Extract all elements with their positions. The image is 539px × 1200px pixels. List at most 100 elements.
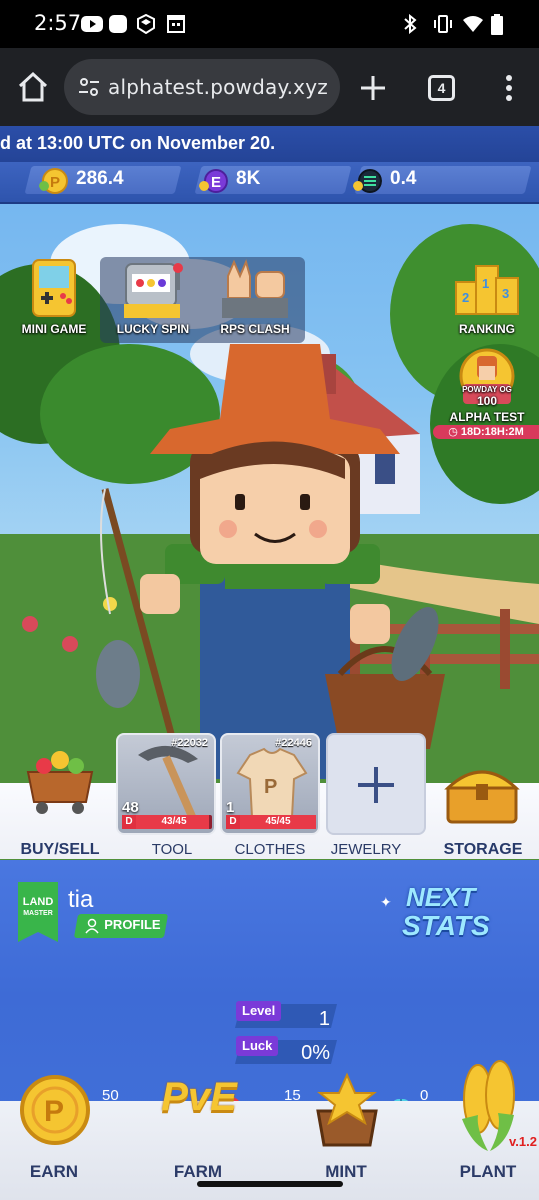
sparkle-icon: ✦ bbox=[380, 894, 392, 910]
ranking-button[interactable]: 213 RANKING bbox=[444, 254, 530, 344]
badge-line2: 100 bbox=[476, 394, 498, 408]
luck-tag: Luck bbox=[236, 1036, 279, 1056]
durability-tag: D bbox=[226, 815, 240, 829]
next-stats-line2: STATS bbox=[402, 910, 490, 941]
gameboy-icon bbox=[32, 259, 76, 317]
tool-qty: 48 bbox=[122, 799, 139, 816]
youtube-icon bbox=[81, 16, 103, 32]
svg-text:2: 2 bbox=[462, 290, 469, 305]
nav-plant-label: PLANT bbox=[459, 1162, 517, 1181]
gem-balance: 0.4 bbox=[390, 168, 417, 189]
wifi-icon bbox=[463, 16, 483, 32]
status-time: 2:57 bbox=[34, 11, 82, 35]
add-icon bbox=[358, 767, 394, 803]
bluetooth-icon bbox=[404, 14, 417, 34]
user-icon bbox=[85, 918, 99, 934]
ranking-label: RANKING bbox=[459, 322, 515, 336]
nav-earn[interactable]: P EARN bbox=[4, 1075, 104, 1191]
currency-bar: P 286.4 E 8K 0.4 bbox=[0, 162, 539, 204]
svg-text:3: 3 bbox=[502, 286, 509, 301]
tool-id: #22032 bbox=[171, 737, 208, 749]
profile-button-label: PROFILE bbox=[104, 917, 161, 932]
game-viewport: d at 13:00 UTC on November 20. P 286.4 E… bbox=[0, 126, 539, 1200]
nav-mint-label: MINT bbox=[325, 1162, 367, 1181]
tool-durability: 43/45 bbox=[161, 816, 187, 827]
gem-icon bbox=[353, 169, 382, 193]
level-value: 1 bbox=[318, 1008, 330, 1030]
lucky-spin-label: LUCKY SPIN bbox=[116, 322, 190, 336]
clothes-id: #22446 bbox=[275, 737, 312, 749]
nav-farm-label: FARM bbox=[173, 1162, 223, 1181]
svg-text:1: 1 bbox=[482, 276, 489, 291]
next-stats-line1: NEXT bbox=[406, 882, 476, 912]
version-text: v.1.2 bbox=[509, 1134, 537, 1149]
podium-icon: 213 bbox=[455, 265, 519, 315]
rps-clash-button[interactable]: RPS CLASH bbox=[210, 254, 300, 344]
durability-tag: D bbox=[122, 815, 136, 829]
tab-switcher-button[interactable]: 4 bbox=[428, 75, 455, 101]
announcement-banner: d at 13:00 UTC on November 20. bbox=[0, 126, 539, 162]
lucky-spin-button[interactable]: LUCKY SPIN bbox=[108, 254, 198, 344]
badge-land: LAND bbox=[22, 896, 54, 908]
clothes-durability: 45/45 bbox=[265, 816, 291, 827]
clock-icon: ◷ bbox=[448, 426, 461, 438]
url-text[interactable]: alphatest.powday.xyz bbox=[108, 75, 328, 99]
luck-value: 0% bbox=[301, 1042, 330, 1064]
clothes-label: CLOTHES bbox=[234, 841, 306, 858]
player-name: tia bbox=[68, 886, 94, 913]
site-settings-icon[interactable] bbox=[78, 76, 100, 98]
nav-earn-label: EARN bbox=[29, 1162, 79, 1181]
event-timer: ◷ 18D:18H:2M bbox=[433, 425, 539, 439]
slot-machine-icon bbox=[124, 263, 183, 318]
announcement-text: d at 13:00 UTC on November 20. bbox=[0, 133, 276, 153]
next-stats-button[interactable]: NEXT STATS ✦ bbox=[380, 882, 510, 948]
badge-line1: POWDAY OG bbox=[462, 385, 512, 394]
clothes-slot[interactable]: P #22446 1 D 45/45 bbox=[220, 733, 320, 835]
storage-label[interactable]: STORAGE bbox=[440, 841, 526, 859]
alpha-test-label: ALPHA TEST bbox=[449, 410, 525, 424]
star-crate-icon bbox=[316, 1072, 378, 1147]
clothes-qty: 1 bbox=[226, 799, 235, 816]
rps-hands-icon bbox=[222, 259, 288, 318]
coin-balance: 286.4 bbox=[76, 168, 124, 189]
token-balance: 8K bbox=[236, 168, 261, 189]
svg-text:E: E bbox=[211, 174, 221, 191]
alpha-test-button[interactable]: POWDAY OG 100 ALPHA TEST bbox=[444, 348, 530, 428]
tool-label: TOOL bbox=[151, 841, 193, 858]
svg-text:P: P bbox=[50, 174, 60, 191]
vibrate-icon bbox=[434, 15, 452, 33]
browser-toolbar: alphatest.powday.xyz 4 bbox=[0, 48, 539, 126]
tool-durability-bar: D 43/45 bbox=[122, 815, 212, 829]
gesture-home-indicator[interactable] bbox=[197, 1181, 343, 1187]
nav-mint[interactable]: MINT bbox=[296, 1072, 396, 1191]
pve-logo: PvE bbox=[161, 1075, 237, 1119]
level-tag: Level bbox=[236, 1001, 282, 1021]
more-menu-icon[interactable] bbox=[497, 72, 521, 104]
svg-text:P: P bbox=[44, 1095, 64, 1128]
buy-sell-label[interactable]: BUY/SELL bbox=[20, 841, 100, 859]
mini-game-button[interactable]: MINI GAME bbox=[14, 254, 94, 344]
battery-icon bbox=[491, 14, 503, 35]
app-icon bbox=[109, 15, 127, 33]
calendar-icon bbox=[167, 15, 185, 33]
new-tab-icon[interactable] bbox=[358, 73, 388, 103]
timer-text: 18D:18H:2M bbox=[460, 426, 524, 438]
nav-farm[interactable]: PvE FARM bbox=[148, 1075, 248, 1191]
jewelry-label: JEWELRY bbox=[330, 841, 402, 858]
rps-clash-label: RPS CLASH bbox=[220, 322, 290, 336]
market-cart-icon[interactable] bbox=[22, 746, 98, 816]
address-bar[interactable]: alphatest.powday.xyz bbox=[64, 59, 340, 115]
e-token-icon: E bbox=[199, 169, 228, 193]
tool-slot[interactable]: #22032 48 D 43/45 bbox=[116, 733, 216, 835]
mini-game-label: MINI GAME bbox=[21, 322, 87, 336]
badge-master: MASTER bbox=[23, 910, 53, 917]
home-icon[interactable] bbox=[16, 70, 50, 104]
shield-icon bbox=[137, 14, 155, 34]
profile-button[interactable]: PROFILE bbox=[73, 914, 169, 938]
jewelry-slot[interactable] bbox=[326, 733, 426, 835]
p-coin-icon: P bbox=[39, 168, 68, 194]
clothes-durability-bar: D 45/45 bbox=[226, 815, 316, 829]
treasure-chest-icon[interactable] bbox=[444, 762, 520, 824]
p-coin-icon: P bbox=[20, 1075, 90, 1145]
svg-text:P: P bbox=[264, 776, 277, 798]
